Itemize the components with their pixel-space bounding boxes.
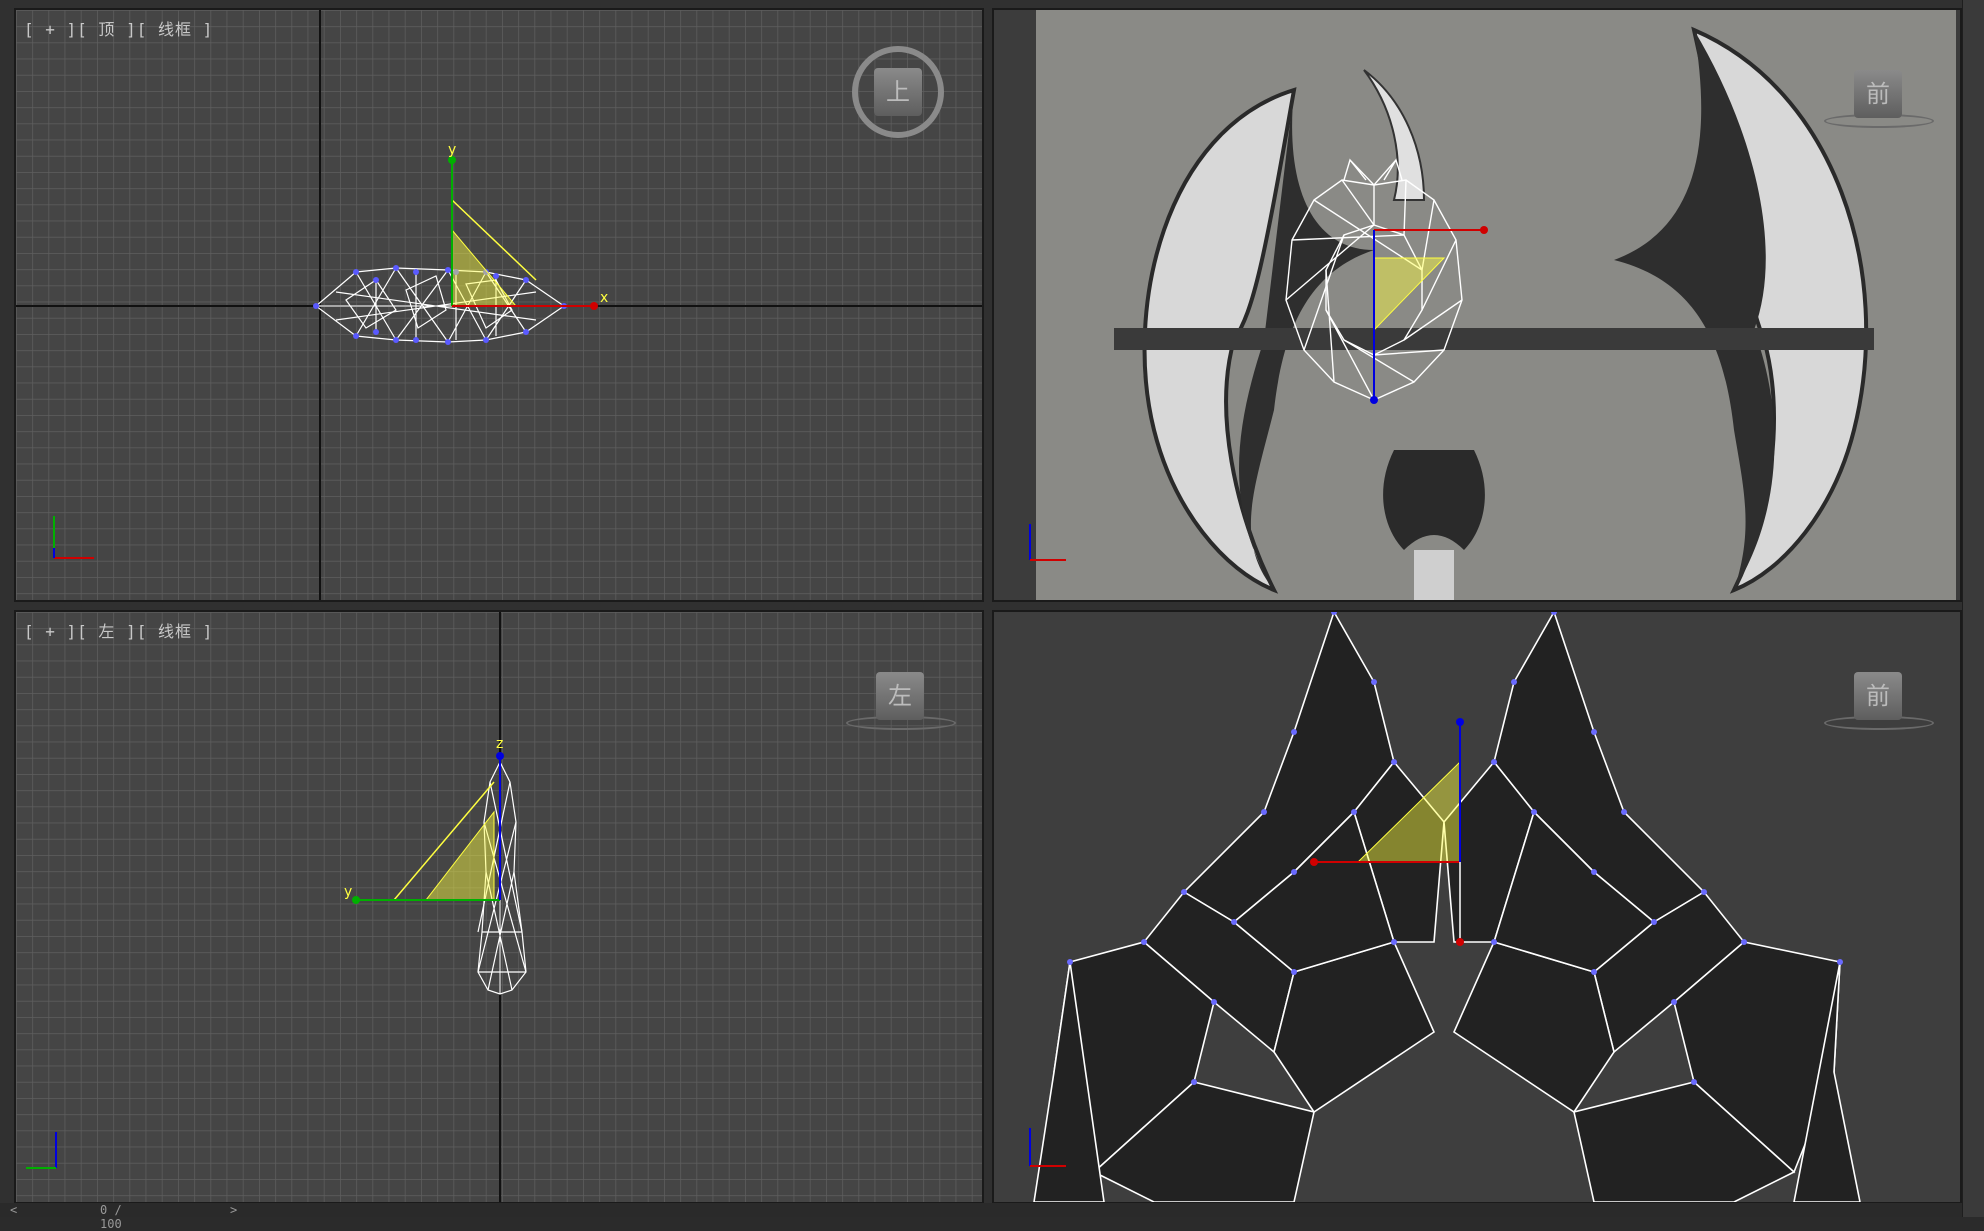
perspective-viewport-canvas <box>1029 612 1861 1202</box>
front-viewport-canvas <box>1029 10 1956 600</box>
left-viewport-canvas: z y <box>16 612 982 1202</box>
viewport-front[interactable]: 前 <box>992 8 1962 602</box>
axis-label-y: y <box>448 142 456 158</box>
viewcube-top[interactable]: 上 <box>874 68 922 116</box>
axis-label-y-left: y <box>344 884 352 900</box>
viewcube-perspective[interactable]: 前 <box>1854 672 1902 720</box>
time-slider-next-button[interactable]: > <box>230 1203 237 1217</box>
perspective-model-polygons <box>1033 612 1861 1202</box>
viewport-left[interactable]: z y [ + ][ 左 ][ 线框 ] 左 <box>14 610 984 1204</box>
top-viewport-canvas: y x <box>16 10 982 600</box>
time-slider-prev-button[interactable]: < <box>10 1203 17 1217</box>
viewport-perspective[interactable]: 前 <box>992 610 1962 1204</box>
axis-label-x: x <box>600 290 608 306</box>
app-frame: y x [ + ][ 顶 ][ 线框 ] 上 前 z y [+][左][… <box>0 0 1984 1231</box>
viewcube-left[interactable]: 左 <box>876 672 924 720</box>
viewport-label-left[interactable]: [ + ][ 左 ][ 线框 ] <box>24 618 213 642</box>
viewcube-front[interactable]: 前 <box>1854 70 1902 118</box>
command-panel-edge[interactable] <box>1962 0 1984 1217</box>
viewport-top[interactable]: y x [ + ][ 顶 ][ 线框 ] 上 <box>14 8 984 602</box>
time-slider-track[interactable] <box>0 1203 1962 1217</box>
viewport-label-top[interactable]: [ + ][ 顶 ][ 线框 ] <box>24 16 213 40</box>
time-slider-frame-counter: 0 / 100 <box>100 1203 122 1231</box>
axis-label-z: z <box>496 736 503 752</box>
